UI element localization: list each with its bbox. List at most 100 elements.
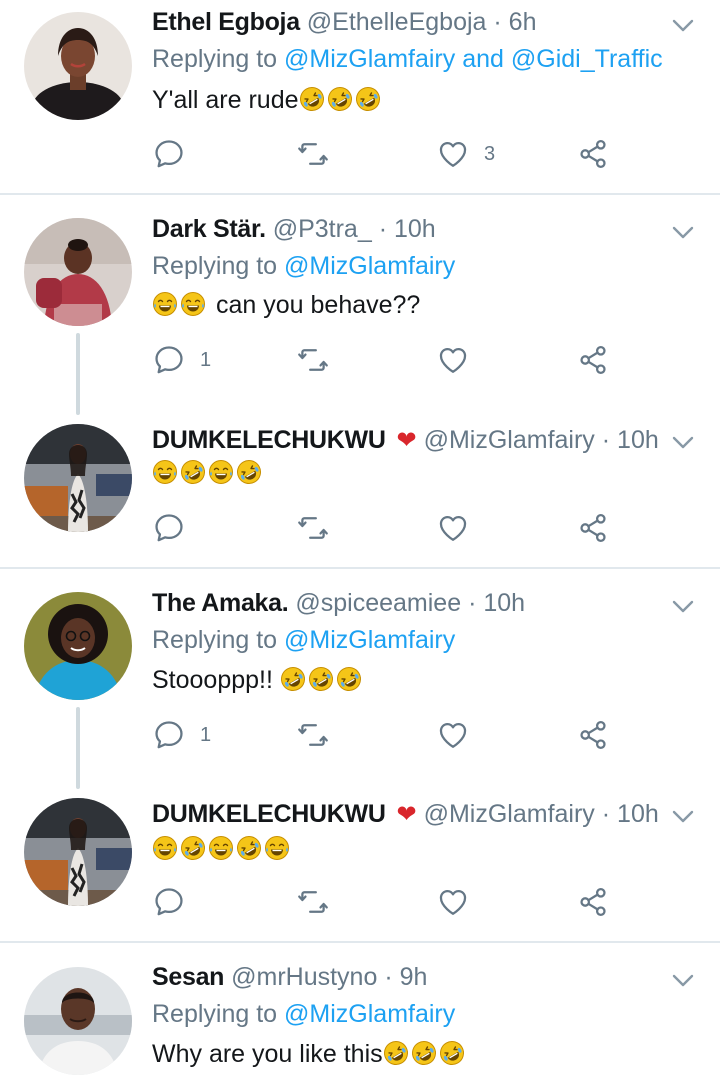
display-name[interactable]: DUMKELECHUKWU (152, 426, 386, 454)
user-handle[interactable]: @MizGlamfairy (424, 800, 595, 828)
heart-emoji: ❤ (396, 427, 417, 454)
tweet-header: DUMKELECHUKWU ❤ @MizGlamfairy · 10h (152, 798, 660, 831)
joy-emoji (208, 459, 234, 485)
tweet-actions (152, 508, 622, 548)
chevron-down-icon[interactable] (672, 436, 694, 450)
display-name[interactable]: DUMKELECHUKWU (152, 800, 386, 828)
mention-link[interactable]: @Gidi_Traffic (511, 45, 663, 73)
tweet-header: Sesan @mrHustyno · 9h (152, 961, 660, 993)
tweet[interactable]: Sesan @mrHustyno · 9h Replying to @MizGl… (0, 943, 720, 1081)
rofl-emoji (383, 1040, 409, 1066)
rofl-emoji (180, 835, 206, 861)
reply-button[interactable]: 1 (152, 715, 211, 755)
reply-count: 1 (200, 723, 212, 746)
share-button[interactable] (576, 715, 610, 755)
mention-link[interactable]: @MizGlamfairy (284, 626, 455, 654)
tweet-text-content: can you behave?? (216, 291, 421, 319)
rofl-emoji (236, 835, 262, 861)
timestamp[interactable]: 10h (617, 426, 659, 454)
chevron-down-icon[interactable] (672, 19, 694, 33)
like-button[interactable] (436, 508, 470, 548)
separator-dot: · (493, 8, 502, 36)
reply-button[interactable] (152, 134, 186, 174)
reply-icon (152, 511, 186, 545)
timestamp[interactable]: 6h (509, 8, 537, 36)
display-name[interactable]: Dark Stär. (152, 215, 266, 243)
tweet[interactable]: DUMKELECHUKWU ❤ @MizGlamfairy · 10h (0, 410, 720, 568)
avatar[interactable] (24, 592, 132, 700)
user-handle[interactable]: @mrHustyno (231, 963, 377, 991)
timestamp[interactable]: 10h (394, 215, 436, 243)
user-handle[interactable]: @MizGlamfairy (424, 426, 595, 454)
replying-label: Replying to (152, 626, 278, 654)
user-handle[interactable]: @EthelleEgboja (307, 8, 487, 36)
reply-icon (152, 885, 186, 919)
thread-connector (76, 333, 80, 415)
avatar[interactable] (24, 424, 132, 532)
chevron-down-icon[interactable] (672, 600, 694, 614)
timestamp[interactable]: 10h (483, 589, 525, 617)
avatar[interactable] (24, 218, 132, 326)
retweet-button[interactable] (296, 508, 330, 548)
mention-link[interactable]: @MizGlamfairy (284, 1000, 455, 1028)
display-name[interactable]: Ethel Egboja (152, 8, 300, 36)
rofl-emoji (236, 459, 262, 485)
reply-button[interactable] (152, 508, 186, 548)
share-button[interactable] (576, 508, 610, 548)
rofl-emoji (280, 666, 306, 692)
mention-joiner: and (462, 45, 504, 73)
chevron-down-icon[interactable] (672, 974, 694, 988)
share-button[interactable] (576, 340, 610, 380)
tweet-actions: 3 (152, 134, 622, 174)
display-name[interactable]: Sesan (152, 963, 224, 991)
display-name[interactable]: The Amaka. (152, 589, 289, 617)
like-button[interactable] (436, 340, 470, 380)
tweet[interactable]: The Amaka. @spiceeamiee · 10h Replying t… (0, 569, 720, 789)
share-icon (576, 718, 610, 752)
tweet-actions: 1 (152, 340, 622, 380)
tweet-header: Ethel Egboja @EthelleEgboja · 6h (152, 6, 660, 38)
replying-label: Replying to (152, 252, 278, 280)
avatar[interactable] (24, 798, 132, 906)
retweet-button[interactable] (296, 340, 330, 380)
mention-link[interactable]: @MizGlamfairy (284, 45, 455, 73)
tweet-text-content: Why are you like this (152, 1040, 383, 1068)
like-button[interactable]: 3 (436, 134, 495, 174)
share-icon (576, 137, 610, 171)
retweet-button[interactable] (296, 715, 330, 755)
share-button[interactable] (576, 134, 610, 174)
reply-button[interactable]: 1 (152, 340, 211, 380)
tweet[interactable]: Ethel Egboja @EthelleEgboja · 6h Replyin… (0, 0, 720, 194)
tweet-header: The Amaka. @spiceeamiee · 10h (152, 587, 660, 619)
chevron-down-icon[interactable] (672, 226, 694, 240)
separator-dot: · (601, 426, 611, 454)
avatar[interactable] (24, 967, 132, 1075)
tweet-text: Why are you like this (152, 1038, 467, 1070)
timestamp[interactable]: 10h (617, 800, 659, 828)
reply-button[interactable] (152, 882, 186, 922)
user-handle[interactable]: @P3tra_ (273, 215, 372, 243)
retweet-button[interactable] (296, 882, 330, 922)
tweet[interactable]: DUMKELECHUKWU ❤ @MizGlamfairy · 10h (0, 784, 720, 941)
rofl-emoji (308, 666, 334, 692)
chevron-down-icon[interactable] (672, 810, 694, 824)
like-icon (436, 511, 470, 545)
timestamp[interactable]: 9h (400, 963, 428, 991)
replying-to-line: Replying to @MizGlamfairy (152, 624, 455, 656)
like-button[interactable] (436, 715, 470, 755)
retweet-button[interactable] (296, 134, 330, 174)
share-button[interactable] (576, 882, 610, 922)
tweet-text: Y'all are rude (152, 84, 383, 116)
share-icon (576, 885, 610, 919)
tweet-text: can you behave?? (152, 289, 420, 321)
tweet[interactable]: Dark Stär. @P3tra_ · 10h Replying to @Mi… (0, 195, 720, 415)
rofl-emoji (327, 86, 353, 112)
tweet-text-content: Y'all are rude (152, 86, 299, 114)
joy-emoji (208, 835, 234, 861)
mention-link[interactable]: @MizGlamfairy (284, 252, 455, 280)
rofl-emoji (439, 1040, 465, 1066)
avatar[interactable] (24, 12, 132, 120)
share-icon (576, 511, 610, 545)
like-button[interactable] (436, 882, 470, 922)
user-handle[interactable]: @spiceeamiee (295, 589, 461, 617)
